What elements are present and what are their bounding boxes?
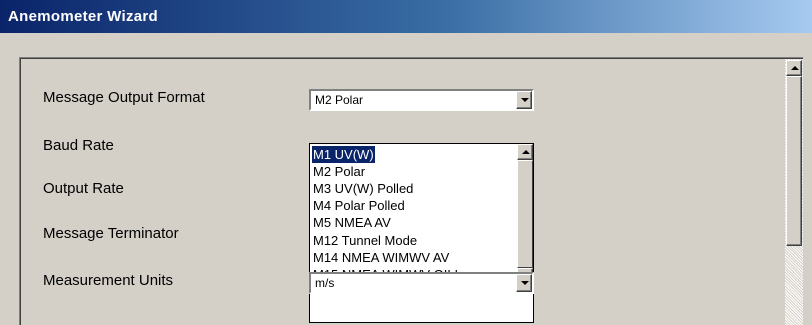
scroll-up-icon — [791, 66, 799, 70]
window-title-bar: Anemometer Wizard — [0, 0, 812, 33]
panel-vertical-scrollbar[interactable] — [785, 59, 803, 325]
chevron-down-icon — [521, 98, 529, 102]
output-rate-label: Output Rate — [43, 180, 124, 197]
panel-scroll-thumb[interactable] — [786, 76, 802, 246]
settings-panel: Message Output Format Baud Rate Output R… — [19, 57, 803, 325]
baud-rate-label: Baud Rate — [43, 137, 114, 154]
message-output-format-label: Message Output Format — [43, 89, 205, 106]
dropdown-option-m2[interactable]: M2 Polar — [313, 163, 365, 180]
message-output-format-dropdown-button[interactable] — [516, 91, 532, 109]
measurement-units-label: Measurement Units — [43, 272, 174, 289]
dropdown-scroll-up-button[interactable] — [517, 144, 533, 160]
message-output-format-select[interactable]: M2 Polar — [309, 89, 534, 111]
measurement-units-value: m/s — [315, 276, 335, 290]
scroll-up-icon — [522, 150, 530, 154]
dropdown-option-m14[interactable]: M14 NMEA WIMWV AV — [313, 249, 449, 266]
settings-panel-inner: Message Output Format Baud Rate Output R… — [20, 58, 803, 325]
chevron-down-icon — [521, 281, 529, 285]
measurement-units-select[interactable]: m/s — [309, 272, 534, 294]
panel-scroll-up-button[interactable] — [786, 60, 802, 76]
dropdown-option-m12[interactable]: M12 Tunnel Mode — [313, 232, 417, 249]
message-terminator-label: Message Terminator — [43, 225, 179, 242]
message-output-format-dropdown-list[interactable]: M1 UV(W) M2 Polar M3 UV(W) Polled M4 Pol… — [309, 143, 534, 323]
dropdown-scrollbar[interactable] — [517, 144, 533, 284]
dropdown-option-m4[interactable]: M4 Polar Polled — [313, 197, 405, 214]
window-title: Anemometer Wizard — [8, 8, 158, 25]
dropdown-option-m3[interactable]: M3 UV(W) Polled — [313, 180, 413, 197]
dropdown-scroll-thumb[interactable] — [517, 160, 533, 268]
measurement-units-dropdown-button[interactable] — [516, 274, 532, 292]
dropdown-option-m5[interactable]: M5 NMEA AV — [313, 214, 391, 231]
message-output-format-value: M2 Polar — [315, 93, 364, 107]
dropdown-option-m1[interactable]: M1 UV(W) — [311, 145, 376, 164]
